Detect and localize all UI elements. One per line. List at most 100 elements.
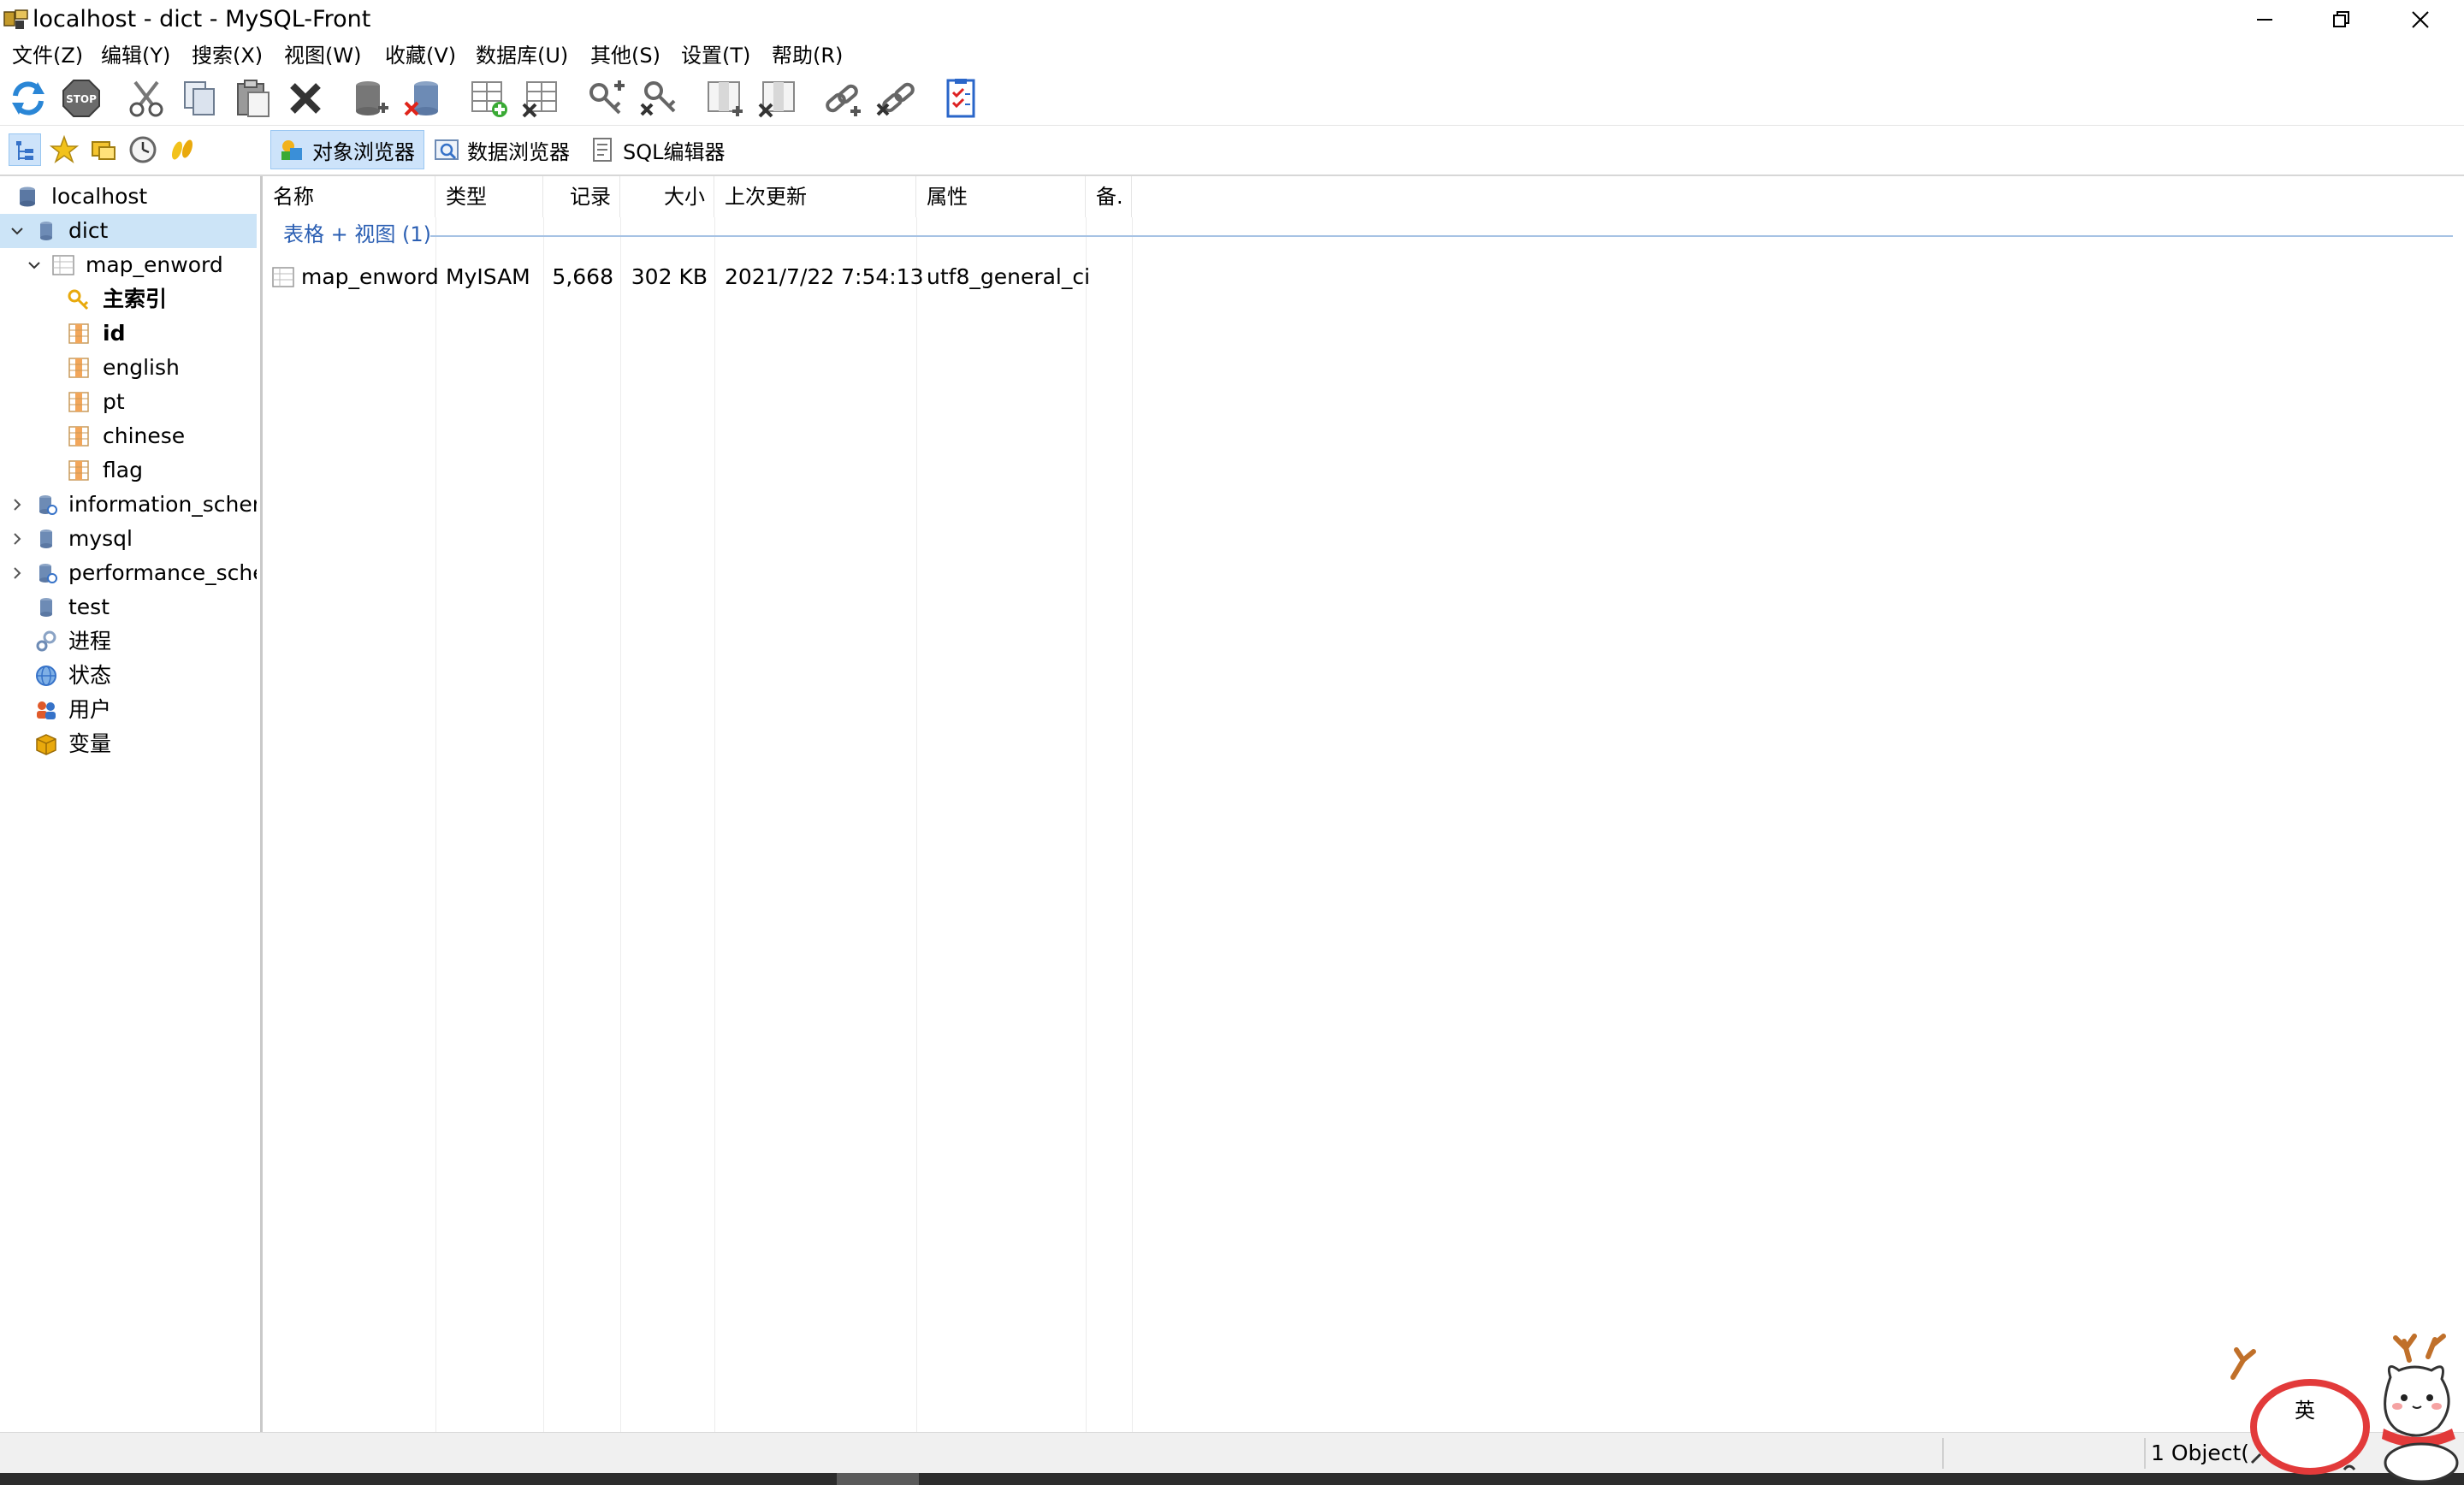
- status-bar: 1 Object(: [0, 1432, 2464, 1474]
- drop-foreign-key-button[interactable]: [874, 77, 917, 120]
- new-foreign-key-button[interactable]: [821, 77, 864, 120]
- collapse-arrow-icon[interactable]: [9, 214, 26, 248]
- column-divider: [1132, 217, 1133, 1432]
- tree-item-column-chinese[interactable]: chinese: [0, 419, 257, 453]
- app-logo-icon: [3, 9, 28, 29]
- field-add-icon: [708, 81, 743, 116]
- tree-item-dict[interactable]: dict: [0, 214, 257, 248]
- tree-item-map-enword[interactable]: map_enword: [0, 248, 257, 282]
- title-bar: localhost - dict - MySQL-Front: [0, 0, 2464, 39]
- status-divider: [2144, 1438, 2146, 1469]
- stop-button[interactable]: STOP: [60, 77, 103, 120]
- tree-item-primary-index[interactable]: 主索引: [0, 282, 257, 317]
- paste-button[interactable]: [231, 77, 274, 120]
- menu-favorites[interactable]: 收藏(V): [385, 43, 456, 68]
- checklist-button[interactable]: [939, 77, 982, 120]
- minimize-button[interactable]: [2226, 0, 2303, 39]
- copy-button[interactable]: [178, 77, 221, 120]
- tree-item-localhost[interactable]: localhost: [0, 180, 257, 214]
- menu-edit[interactable]: 编辑(Y): [101, 43, 170, 68]
- delete-button[interactable]: [284, 77, 327, 120]
- history-button[interactable]: [127, 133, 159, 166]
- new-table-button[interactable]: [467, 77, 510, 120]
- menu-settings[interactable]: 设置(T): [681, 43, 750, 68]
- column-header-records[interactable]: 记录: [543, 176, 620, 217]
- tree-view-button[interactable]: [9, 133, 41, 166]
- link-delete-icon: [876, 82, 915, 116]
- menu-other[interactable]: 其他(S): [590, 43, 660, 68]
- column-header-collation[interactable]: 属性: [916, 176, 1086, 217]
- cell-size: 302 KB: [631, 264, 708, 289]
- column-header-comment[interactable]: 备.: [1086, 176, 1132, 217]
- tree-item-test[interactable]: test: [0, 590, 257, 624]
- new-index-button[interactable]: [585, 77, 628, 120]
- tree-view-icon: [16, 141, 33, 160]
- bookmarks-button[interactable]: [87, 133, 120, 166]
- tab-sql-editor[interactable]: SQL编辑器: [582, 130, 732, 169]
- refresh-button[interactable]: [7, 77, 50, 120]
- tab-data-browser-label: 数据浏览器: [467, 139, 570, 164]
- new-database-button[interactable]: [349, 77, 392, 120]
- sql-history-icon: [171, 139, 193, 160]
- menu-view[interactable]: 视图(W): [284, 43, 361, 68]
- cut-button[interactable]: [125, 77, 168, 120]
- tree-item-performance-schema[interactable]: performance_scher: [0, 556, 257, 590]
- tree-item-information-schema[interactable]: information_schem: [0, 488, 257, 522]
- variables-icon: [34, 732, 58, 756]
- tree-item-column-pt[interactable]: pt: [0, 385, 257, 419]
- sql-history-button[interactable]: [166, 133, 198, 166]
- processes-icon: [34, 630, 58, 654]
- tree-item-label: performance_scher: [68, 560, 257, 585]
- menu-search[interactable]: 搜索(X): [192, 43, 263, 68]
- window-title: localhost - dict - MySQL-Front: [33, 6, 371, 33]
- ime-mode-indicator[interactable]: 英: [2295, 1398, 2315, 1423]
- tree-item-users[interactable]: 用户: [0, 693, 257, 727]
- tab-data-browser[interactable]: 数据浏览器: [426, 130, 580, 169]
- drop-index-button[interactable]: [638, 77, 681, 120]
- drop-field-button[interactable]: [756, 77, 799, 120]
- column-header-type[interactable]: 类型: [435, 176, 543, 217]
- tab-object-browser[interactable]: 对象浏览器: [270, 130, 424, 169]
- database-delete-icon: [404, 81, 438, 116]
- restore-button[interactable]: [2303, 0, 2380, 39]
- favorites-button[interactable]: [48, 133, 80, 166]
- tree-item-label: pt: [103, 389, 125, 414]
- users-icon: [34, 698, 58, 722]
- taskbar-active-item[interactable]: [837, 1473, 919, 1485]
- column-icon: [67, 390, 91, 414]
- tree-item-mysql[interactable]: mysql: [0, 522, 257, 556]
- taskbar-strip: [0, 1473, 2464, 1485]
- column-header-name[interactable]: 名称: [263, 176, 435, 217]
- tree-item-column-english[interactable]: english: [0, 351, 257, 385]
- object-tree: localhost dict map_enword 主索引 id english…: [0, 176, 263, 1432]
- tree-item-status[interactable]: 状态: [0, 659, 257, 693]
- column-header-size[interactable]: 大小: [620, 176, 714, 217]
- new-field-button[interactable]: [703, 77, 746, 120]
- menu-help[interactable]: 帮助(R): [772, 43, 843, 68]
- close-button[interactable]: [2382, 0, 2459, 39]
- tree-item-label: 用户: [68, 697, 112, 722]
- menu-database[interactable]: 数据库(U): [476, 43, 568, 68]
- tree-item-label: 主索引: [103, 287, 168, 311]
- column-divider: [1086, 217, 1087, 1432]
- column-divider: [916, 217, 917, 1432]
- drop-database-button[interactable]: [402, 77, 445, 120]
- object-list: 名称 类型 记录 大小 上次更新 属性 备. 表格 + 视图 (1) map_e…: [263, 176, 2464, 1432]
- tree-item-processes[interactable]: 进程: [0, 624, 257, 659]
- column-header-updated[interactable]: 上次更新: [714, 176, 916, 217]
- tree-item-label: information_schem: [68, 492, 257, 517]
- tree-item-column-id[interactable]: id: [0, 317, 257, 351]
- svg-text:STOP: STOP: [66, 93, 97, 105]
- tree-item-variables[interactable]: 变量: [0, 727, 257, 761]
- drop-table-button[interactable]: [520, 77, 563, 120]
- checklist-icon: [946, 79, 975, 118]
- ime-mascot-icon[interactable]: [2216, 1326, 2464, 1485]
- column-icon: [67, 322, 91, 346]
- tree-item-column-flag[interactable]: flag: [0, 453, 257, 488]
- menu-file[interactable]: 文件(Z): [12, 43, 83, 68]
- collapse-arrow-icon[interactable]: [26, 248, 43, 282]
- group-header-tables-views[interactable]: 表格 + 视图 (1): [283, 221, 431, 248]
- expand-arrow-icon[interactable]: [9, 522, 26, 556]
- expand-arrow-icon[interactable]: [9, 488, 26, 522]
- expand-arrow-icon[interactable]: [9, 556, 26, 590]
